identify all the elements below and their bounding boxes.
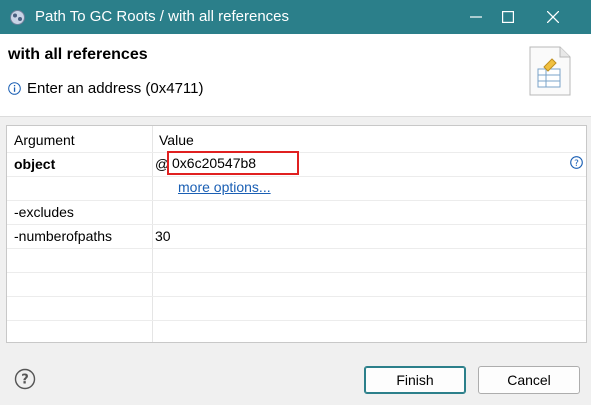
column-header-value: Value [159,132,194,148]
window-title: Path To GC Roots / with all references [35,8,290,25]
app-icon [10,10,25,25]
svg-text:?: ? [21,373,29,388]
table-row[interactable]: -excludes [7,200,586,224]
table-row [7,296,586,320]
table-row: object @ ? [7,151,586,176]
table-row [7,248,586,272]
cancel-button[interactable]: Cancel [478,366,580,394]
column-header-argument: Argument [14,132,75,148]
numberofpaths-value[interactable]: 30 [155,228,171,244]
object-address-input[interactable] [167,151,299,175]
title-bar: Path To GC Roots / with all references [0,0,591,34]
table-row: more options... [7,176,586,200]
argument-numberofpaths: -numberofpaths [14,228,113,244]
wizard-header: with all references Enter an address (0x… [0,34,591,117]
svg-text:?: ? [574,159,579,169]
minimize-icon [470,16,482,18]
header-message: Enter an address (0x4711) [27,80,204,97]
table-row[interactable]: -numberofpaths 30 [7,224,586,248]
wizard-table-icon [529,46,571,96]
table-row [7,272,586,296]
more-options-link[interactable]: more options... [178,179,271,195]
close-button[interactable] [530,0,576,34]
argument-excludes: -excludes [14,204,74,220]
page-title: with all references [8,46,148,63]
finish-button[interactable]: Finish [364,366,466,394]
table-row [7,320,586,342]
maximize-button[interactable] [485,0,531,34]
help-icon[interactable]: ? [14,368,36,390]
argument-object: object [14,156,56,172]
close-icon [547,11,559,23]
arguments-table: Argument Value object @ ? more options..… [6,125,587,343]
help-icon[interactable]: ? [570,156,583,169]
maximize-icon [502,11,514,23]
table-header: Argument Value [7,126,586,152]
info-icon [8,82,21,95]
